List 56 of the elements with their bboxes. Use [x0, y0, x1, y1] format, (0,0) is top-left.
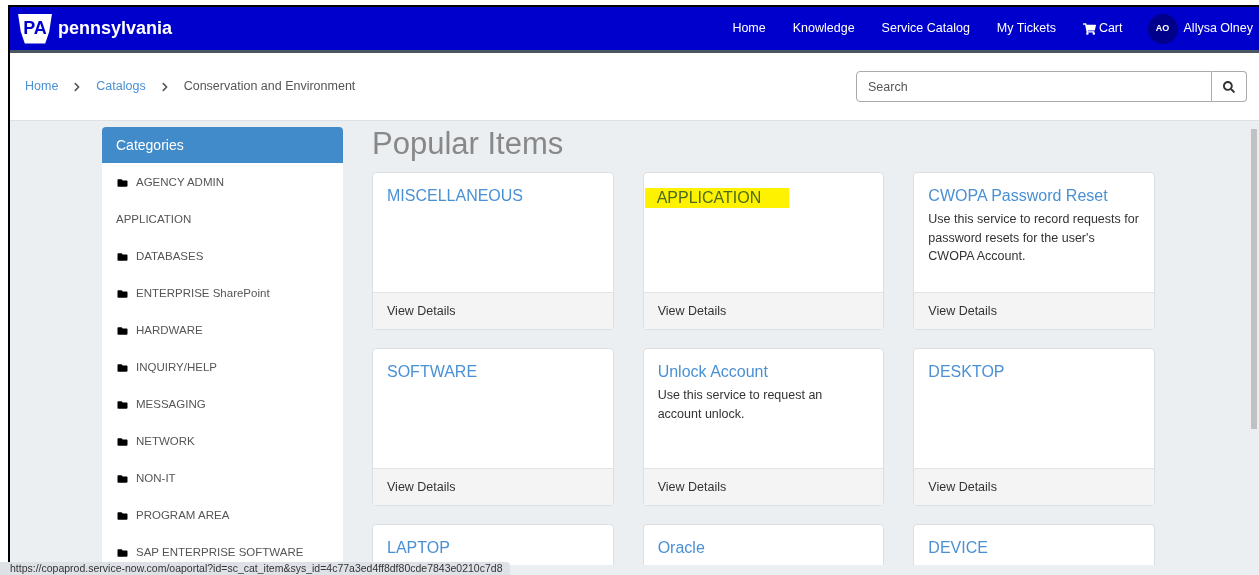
folder-icon — [116, 251, 129, 262]
scrollbar[interactable] — [1251, 129, 1257, 429]
item-card[interactable]: DESKTOP View Details — [913, 348, 1155, 506]
view-details-link[interactable]: View Details — [387, 301, 456, 321]
category-link[interactable]: HARDWARE — [116, 321, 203, 340]
chevron-icon — [73, 81, 82, 92]
search-icon — [1223, 80, 1235, 93]
category-link[interactable]: NON-IT — [116, 469, 176, 488]
nav-link[interactable]: Service Catalog — [881, 19, 970, 38]
keystone-logo[interactable]: PA — [18, 13, 52, 44]
nav-link[interactable]: My Tickets — [996, 19, 1056, 38]
folder-icon — [116, 510, 129, 521]
site-logo-text[interactable]: pennsylvania — [58, 15, 173, 42]
card-title[interactable]: APPLICATION — [644, 188, 790, 208]
item-card[interactable]: MISCELLANEOUS View Details — [372, 172, 614, 330]
breadcrumb-current: Conservation and Environment — [183, 78, 356, 96]
view-details-link[interactable]: View Details — [657, 301, 727, 321]
category-link[interactable]: AGENCY ADMIN — [116, 173, 224, 192]
search-button[interactable] — [1212, 71, 1247, 102]
category-link[interactable]: ENTERPRISE SharePoint — [116, 284, 270, 303]
search-field[interactable]: Search — [856, 71, 1212, 102]
folder-icon — [116, 436, 129, 447]
category-link[interactable]: INQUIRY/HELP — [116, 358, 217, 377]
view-details-link[interactable]: View Details — [928, 477, 997, 497]
nav-link[interactable]: Home — [732, 19, 766, 38]
card-description: Use this service to request an account unlock. — [657, 387, 824, 423]
folder-icon — [116, 177, 129, 188]
card-description: Use this service to record requests for password resets for the user's CWOPA Account. — [928, 211, 1140, 265]
item-card[interactable]: CWOPA Password Reset Use this service to record requests for password resets for the user's CWOPA Account. View Details — [913, 172, 1155, 330]
user-avatar[interactable]: AO — [1147, 13, 1178, 44]
chevron-icon — [160, 81, 169, 92]
nav-link[interactable]: Knowledge — [792, 19, 855, 38]
view-details-link[interactable]: View Details — [928, 301, 997, 321]
folder-icon — [116, 325, 129, 336]
category-link[interactable]: SAP ENTERPRISE SOFTWARE — [116, 543, 304, 562]
item-card[interactable]: SOFTWARE View Details — [372, 348, 614, 506]
page-title: Popular Items — [372, 125, 565, 163]
category-link[interactable]: DATABASES — [116, 247, 204, 266]
category-link[interactable]: PROGRAM AREA — [116, 506, 230, 525]
view-details-link[interactable]: View Details — [387, 477, 456, 497]
breadcrumb-link[interactable]: Catalogs — [96, 77, 146, 96]
category-link[interactable]: APPLICATION — [116, 210, 192, 229]
folder-icon — [116, 547, 129, 558]
cart-link[interactable]: Cart — [1082, 19, 1123, 38]
user-name[interactable]: Allysa Olney — [1183, 19, 1253, 38]
category-link[interactable]: NETWORK — [116, 432, 195, 451]
folder-icon — [116, 288, 129, 299]
folder-icon — [116, 473, 129, 484]
categories-header: Categories — [102, 127, 343, 163]
folder-icon — [116, 362, 129, 373]
category-link[interactable]: MESSAGING — [116, 395, 206, 414]
link-preview-tooltip: https://copaprod.service-now.com/oaportal?id=sc_cat_item&sys_id=4c77a3ed4ff8df80cde7843e0210c7d8 — [0, 562, 511, 575]
folder-icon — [116, 399, 129, 410]
view-details-link[interactable]: View Details — [657, 477, 727, 497]
item-card[interactable]: Unlock Account Use this service to request an account unlock. View Details — [642, 348, 885, 506]
cart-icon — [1082, 22, 1096, 35]
